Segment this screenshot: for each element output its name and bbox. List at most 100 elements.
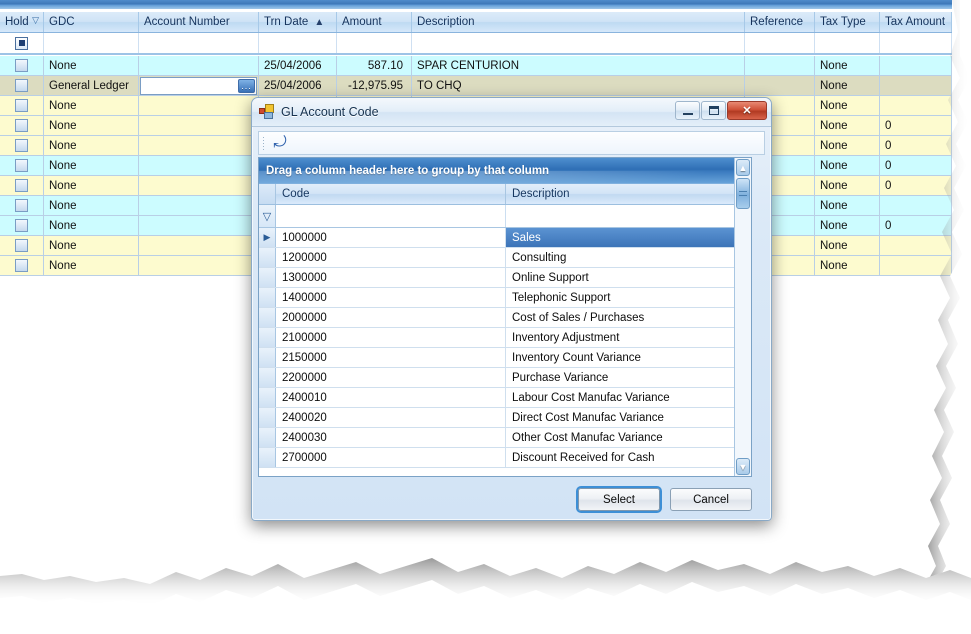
cell-code[interactable]: 2000000 xyxy=(276,308,506,327)
cell-amount[interactable]: -12,975.95 xyxy=(337,76,412,95)
cell-tax-type[interactable]: None xyxy=(815,56,880,75)
list-item[interactable]: 2400030Other Cost Manufac Variance xyxy=(259,428,751,448)
cell-amount[interactable]: 587.10 xyxy=(337,56,412,75)
dialog-vertical-scrollbar[interactable]: ▲ ▼ xyxy=(734,158,751,476)
cell-code[interactable]: 1000000 xyxy=(276,228,506,247)
new-record-cell-trn-date[interactable] xyxy=(259,33,337,53)
minimize-button[interactable] xyxy=(675,101,700,120)
hold-checkbox[interactable] xyxy=(15,99,28,112)
cell-tax-amount[interactable] xyxy=(880,196,952,215)
cell-description[interactable]: Inventory Count Variance xyxy=(506,348,735,367)
cell-description[interactable]: Online Support xyxy=(506,268,735,287)
cancel-button[interactable]: Cancel xyxy=(670,488,752,511)
new-record-cell-description[interactable] xyxy=(412,33,745,53)
cell-hold[interactable] xyxy=(0,156,44,175)
hold-checkbox[interactable] xyxy=(15,259,28,272)
cell-hold[interactable] xyxy=(0,176,44,195)
new-record-cell-tax-type[interactable] xyxy=(815,33,880,53)
filter-icon[interactable]: ▽ xyxy=(32,15,39,26)
list-item[interactable]: 2150000Inventory Count Variance xyxy=(259,348,751,368)
cell-tax-amount[interactable]: 0 xyxy=(880,156,952,175)
filter-icon[interactable]: ▽ xyxy=(259,205,276,227)
cell-description[interactable]: SPAR CENTURION xyxy=(412,56,745,75)
cell-account-number[interactable] xyxy=(139,116,259,135)
cell-hold[interactable] xyxy=(0,76,44,95)
new-record-cell-reference[interactable] xyxy=(745,33,815,53)
cell-tax-amount[interactable] xyxy=(880,96,952,115)
cell-description[interactable]: Other Cost Manufac Variance xyxy=(506,428,735,447)
hold-checkbox[interactable] xyxy=(15,79,28,92)
new-record-cell-amount[interactable] xyxy=(337,33,412,53)
cell-gdc[interactable]: None xyxy=(44,196,139,215)
cell-gdc[interactable]: None xyxy=(44,216,139,235)
cell-code[interactable]: 2400010 xyxy=(276,388,506,407)
cell-description[interactable]: Purchase Variance xyxy=(506,368,735,387)
cell-tax-type[interactable]: None xyxy=(815,176,880,195)
cell-tax-amount[interactable] xyxy=(880,56,952,75)
column-header-tax-amount[interactable]: Tax Amount xyxy=(880,12,952,32)
cell-account-number[interactable]: ... xyxy=(139,76,259,95)
cell-account-number[interactable] xyxy=(139,96,259,115)
cell-account-number[interactable] xyxy=(139,176,259,195)
column-header-gdc[interactable]: GDC xyxy=(44,12,139,32)
cell-code[interactable]: 1200000 xyxy=(276,248,506,267)
cell-hold[interactable] xyxy=(0,256,44,275)
cell-code[interactable]: 1400000 xyxy=(276,288,506,307)
hold-checkbox[interactable] xyxy=(15,199,28,212)
cell-gdc[interactable]: None xyxy=(44,96,139,115)
hold-checkbox[interactable] xyxy=(15,59,28,72)
hold-checkbox[interactable] xyxy=(15,159,28,172)
cell-description[interactable]: Consulting xyxy=(506,248,735,267)
cell-description[interactable]: Inventory Adjustment xyxy=(506,328,735,347)
new-record-cell-gdc[interactable] xyxy=(44,33,139,53)
cell-code[interactable]: 2200000 xyxy=(276,368,506,387)
list-item[interactable]: 2100000Inventory Adjustment xyxy=(259,328,751,348)
list-item[interactable]: 2400010Labour Cost Manufac Variance xyxy=(259,388,751,408)
hold-checkbox[interactable] xyxy=(15,179,28,192)
cell-gdc[interactable]: None xyxy=(44,116,139,135)
cell-gdc[interactable]: General Ledger xyxy=(44,76,139,95)
cell-tax-type[interactable]: None xyxy=(815,96,880,115)
list-item[interactable]: 2200000Purchase Variance xyxy=(259,368,751,388)
column-header-reference[interactable]: Reference xyxy=(745,12,815,32)
cell-description[interactable]: Direct Cost Manufac Variance xyxy=(506,408,735,427)
hold-checkbox[interactable] xyxy=(15,219,28,232)
cell-tax-type[interactable]: None xyxy=(815,136,880,155)
cell-description[interactable]: Labour Cost Manufac Variance xyxy=(506,388,735,407)
cell-reference[interactable] xyxy=(745,56,815,75)
cell-tax-amount[interactable]: 0 xyxy=(880,216,952,235)
cell-code[interactable]: 2100000 xyxy=(276,328,506,347)
cell-reference[interactable] xyxy=(745,76,815,95)
group-by-panel[interactable]: Drag a column header here to group by th… xyxy=(259,158,751,184)
grid-new-record-row[interactable] xyxy=(0,33,952,55)
column-header-amount[interactable]: Amount xyxy=(337,12,412,32)
cell-tax-type[interactable]: None xyxy=(815,236,880,255)
cell-gdc[interactable]: None xyxy=(44,236,139,255)
table-row[interactable]: None25/04/2006587.10SPAR CENTURIONNone xyxy=(0,56,952,76)
cell-code[interactable]: 2400030 xyxy=(276,428,506,447)
cell-tax-type[interactable]: None xyxy=(815,156,880,175)
cell-description[interactable]: Discount Received for Cash xyxy=(506,448,735,467)
cell-description[interactable]: Sales xyxy=(506,228,735,247)
cell-account-number[interactable] xyxy=(139,216,259,235)
close-button[interactable]: ✕ xyxy=(727,101,767,120)
cell-hold[interactable] xyxy=(0,136,44,155)
cell-gdc[interactable]: None xyxy=(44,176,139,195)
cell-hold[interactable] xyxy=(0,196,44,215)
column-header-tax-type[interactable]: Tax Type xyxy=(815,12,880,32)
cell-tax-type[interactable]: None xyxy=(815,76,880,95)
new-record-cell-account-number[interactable] xyxy=(139,33,259,53)
cell-hold[interactable] xyxy=(0,96,44,115)
list-item[interactable]: 1200000Consulting xyxy=(259,248,751,268)
list-item[interactable]: 1300000Online Support xyxy=(259,268,751,288)
cell-gdc[interactable]: None xyxy=(44,156,139,175)
column-header-trn-date[interactable]: Trn Date▲ xyxy=(259,12,337,32)
scrollbar-thumb[interactable] xyxy=(736,178,750,209)
filter-input-description[interactable] xyxy=(506,205,735,227)
list-item[interactable]: ▶1000000Sales xyxy=(259,228,751,248)
new-record-cell-tax-amount[interactable] xyxy=(880,33,952,53)
dialog-filter-row[interactable]: ▽ xyxy=(259,205,751,228)
cell-tax-amount[interactable] xyxy=(880,256,952,275)
cell-account-number[interactable] xyxy=(139,56,259,75)
cell-tax-type[interactable]: None xyxy=(815,196,880,215)
